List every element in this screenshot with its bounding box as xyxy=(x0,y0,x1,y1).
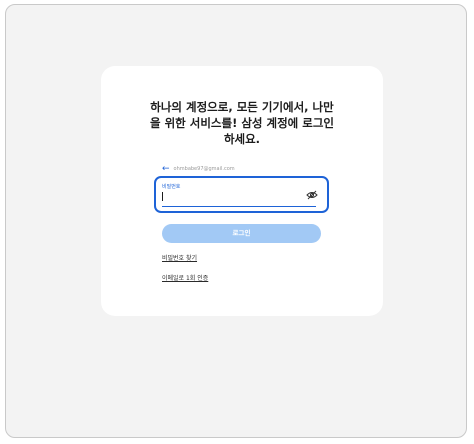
email-verify-link[interactable]: 이메일로 1회 인증 xyxy=(162,275,208,283)
page-title: 하나의 계정으로, 모든 기기에서, 나만 을 위한 서비스를! 삼성 계정에 … xyxy=(150,100,334,146)
password-field[interactable]: 비밀번호 xyxy=(154,176,329,213)
back-arrow-icon[interactable]: ← xyxy=(162,164,170,174)
password-label: 비밀번호 xyxy=(162,184,181,190)
account-email: ohmbabe97@gmail.com xyxy=(173,166,235,172)
eye-icon[interactable] xyxy=(306,190,318,200)
login-card: 하나의 계정으로, 모든 기기에서, 나만 을 위한 서비스를! 삼성 계정에 … xyxy=(101,66,383,316)
find-password-link[interactable]: 비밀번호 찾기 xyxy=(162,255,197,263)
login-button[interactable]: 로그인 xyxy=(162,224,321,243)
text-caret xyxy=(162,192,163,201)
account-row[interactable]: ← ohmbabe97@gmail.com xyxy=(162,164,235,174)
field-underline xyxy=(162,205,316,207)
browser-window: 하나의 계정으로, 모든 기기에서, 나만 을 위한 서비스를! 삼성 계정에 … xyxy=(5,4,467,438)
